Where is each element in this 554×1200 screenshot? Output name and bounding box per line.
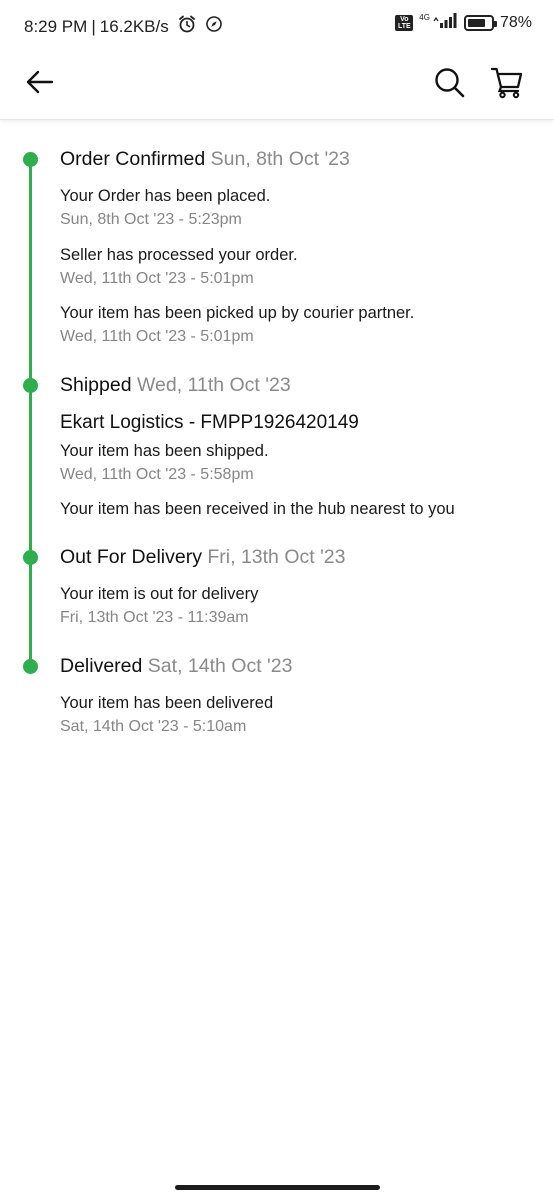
event-time: Wed, 11th Oct '23 - 5:58pm bbox=[60, 466, 254, 483]
alarm-icon bbox=[177, 14, 197, 39]
timeline-event: Your item has been delivered Sat, 14th O… bbox=[60, 693, 273, 737]
timeline-event: Your item is out for delivery Fri, 13th … bbox=[60, 584, 258, 628]
volte-badge: Vo LTE bbox=[395, 14, 414, 31]
battery-fill bbox=[467, 18, 486, 27]
app-bar bbox=[0, 52, 554, 120]
event-time: Wed, 11th Oct '23 - 5:01pm bbox=[60, 270, 254, 287]
network-speed: 16.2KB/s bbox=[99, 16, 169, 36]
search-icon bbox=[435, 68, 465, 98]
event-time: Sat, 14th Oct '23 - 5:10am bbox=[60, 718, 247, 735]
stage-date: Wed, 11th Oct '23 bbox=[137, 374, 291, 396]
event-time: Sun, 8th Oct '23 - 5:23pm bbox=[60, 211, 242, 228]
status-dot bbox=[23, 152, 38, 167]
event-text: Your item has been delivered bbox=[60, 694, 274, 712]
event-text: Your item is out for delivery bbox=[60, 585, 259, 603]
event-text: Your item has been picked up by courier … bbox=[60, 304, 415, 322]
event-text: Seller has processed your order. bbox=[60, 246, 298, 264]
search-button[interactable] bbox=[432, 65, 466, 99]
battery-percent: 78% bbox=[499, 13, 532, 31]
event-time: Fri, 13th Oct '23 - 11:39am bbox=[60, 609, 249, 626]
event-text: Your item has been shipped. bbox=[60, 442, 269, 460]
timeline-line bbox=[29, 159, 32, 666]
arrow-left-icon bbox=[26, 70, 54, 94]
home-indicator[interactable] bbox=[175, 1185, 380, 1190]
status-left: 8:29 PM | 16.2KB/s bbox=[24, 14, 223, 39]
stage-title: Delivered Sat, 14th Oct '23 bbox=[60, 655, 293, 677]
stage-title: Order Confirmed Sun, 8th Oct '23 bbox=[60, 148, 350, 170]
status-time: 8:29 PM bbox=[24, 16, 88, 36]
status-dot bbox=[23, 659, 38, 674]
event-text: Your Order has been placed. bbox=[60, 187, 271, 205]
timeline-event: Your item has been shipped. Wed, 11th Oc… bbox=[60, 441, 269, 485]
stage-date: Sun, 8th Oct '23 bbox=[210, 148, 350, 170]
stage-title: Out For Delivery Fri, 13th Oct '23 bbox=[60, 546, 346, 568]
timeline-event: Your Order has been placed. Sun, 8th Oct… bbox=[60, 186, 270, 230]
cart-button[interactable] bbox=[490, 65, 524, 99]
stage-title: Shipped Wed, 11th Oct '23 bbox=[60, 374, 291, 396]
timeline-event: Seller has processed your order. Wed, 11… bbox=[60, 245, 298, 289]
stage-date: Sat, 14th Oct '23 bbox=[147, 655, 293, 677]
status-dot bbox=[23, 550, 38, 565]
status-bar: 8:29 PM | 16.2KB/s Vo LTE 4G 78% bbox=[0, 0, 554, 52]
network-type: 4G bbox=[419, 13, 430, 22]
status-right: Vo LTE 4G 78% bbox=[395, 12, 532, 33]
event-text: Your item has been received in the hub n… bbox=[60, 500, 455, 518]
cart-icon bbox=[490, 67, 523, 99]
timeline-event: Your item has been received in the hub n… bbox=[60, 499, 455, 519]
battery-icon bbox=[463, 14, 497, 31]
back-button[interactable] bbox=[24, 66, 56, 98]
event-time: Wed, 11th Oct '23 - 5:01pm bbox=[60, 328, 254, 345]
status-dot bbox=[23, 378, 38, 393]
compass-icon bbox=[205, 15, 223, 38]
signal-icon bbox=[432, 12, 458, 33]
timeline-event: Your item has been picked up by courier … bbox=[60, 303, 414, 347]
stage-date: Fri, 13th Oct '23 bbox=[207, 546, 346, 568]
courier-tracking-id: Ekart Logistics - FMPP1926420149 bbox=[60, 412, 359, 433]
courier-info: Ekart Logistics - FMPP1926420149 bbox=[60, 412, 359, 434]
